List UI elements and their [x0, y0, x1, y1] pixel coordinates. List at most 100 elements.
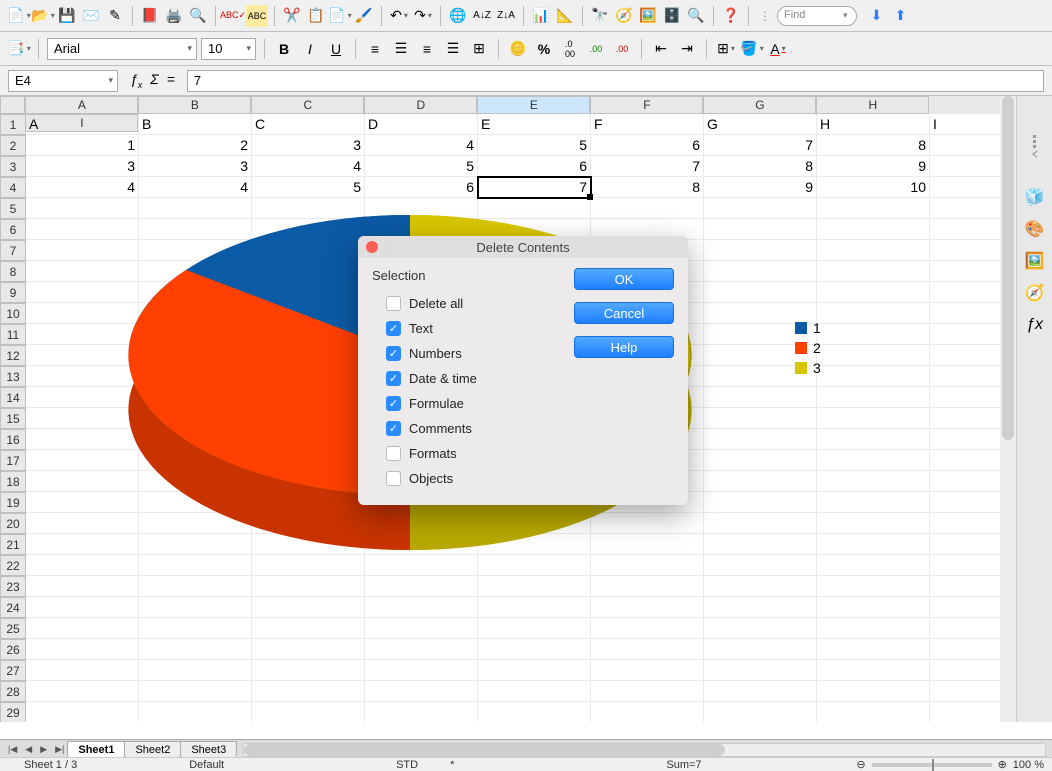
- merge-cells-button[interactable]: ⊞: [468, 38, 490, 60]
- cell-G27[interactable]: [704, 660, 817, 681]
- cell-H5[interactable]: [817, 198, 930, 219]
- column-header-H[interactable]: H: [816, 96, 929, 114]
- row-header-22[interactable]: 22: [0, 555, 26, 576]
- row-header-17[interactable]: 17: [0, 450, 26, 471]
- cell-A24[interactable]: [26, 597, 139, 618]
- cell-C25[interactable]: [252, 618, 365, 639]
- bold-button[interactable]: B: [273, 38, 295, 60]
- currency-button[interactable]: 🪙: [507, 38, 529, 60]
- page-style[interactable]: Default: [173, 759, 240, 771]
- cell-H10[interactable]: [817, 303, 930, 324]
- cell-G2[interactable]: 7: [704, 135, 817, 156]
- cell-H23[interactable]: [817, 576, 930, 597]
- cell-E26[interactable]: [478, 639, 591, 660]
- function-button[interactable]: =: [167, 71, 175, 90]
- cell-H27[interactable]: [817, 660, 930, 681]
- column-header-F[interactable]: F: [590, 96, 703, 114]
- cell-H3[interactable]: 9: [817, 156, 930, 177]
- zoom-in-button[interactable]: ⊕: [998, 758, 1007, 771]
- cell-H12[interactable]: [817, 345, 930, 366]
- navigator-icon[interactable]: 🧭: [1024, 282, 1046, 304]
- formula-input[interactable]: 7: [187, 70, 1044, 92]
- toolbar-grip[interactable]: ⋮: [755, 9, 775, 23]
- cell-G29[interactable]: [704, 702, 817, 722]
- increase-indent-button[interactable]: ⇥: [676, 38, 698, 60]
- percent-button[interactable]: %: [533, 38, 555, 60]
- cell-H11[interactable]: [817, 324, 930, 345]
- cell-G4[interactable]: 9: [704, 177, 817, 198]
- cell-H1[interactable]: H: [817, 114, 930, 135]
- horizontal-scrollbar[interactable]: [243, 743, 1046, 757]
- cell-H20[interactable]: [817, 513, 930, 534]
- cell-A27[interactable]: [26, 660, 139, 681]
- italic-button[interactable]: I: [299, 38, 321, 60]
- styles-button[interactable]: 📑: [8, 38, 30, 60]
- cell-H6[interactable]: [817, 219, 930, 240]
- cell-D1[interactable]: D: [365, 114, 478, 135]
- cell-H22[interactable]: [817, 555, 930, 576]
- cell-B28[interactable]: [139, 681, 252, 702]
- row-header-3[interactable]: 3: [0, 156, 26, 177]
- sort-asc-button[interactable]: A↓Z: [471, 5, 493, 27]
- column-header-D[interactable]: D: [364, 96, 477, 114]
- cell-G24[interactable]: [704, 597, 817, 618]
- row-header-9[interactable]: 9: [0, 282, 26, 303]
- column-header-A[interactable]: A: [25, 96, 138, 114]
- sort-desc-button[interactable]: Z↓A: [495, 5, 517, 27]
- checkbox-text[interactable]: ✓Text: [372, 316, 556, 341]
- sheet-tab-sheet1[interactable]: Sheet1: [67, 741, 125, 758]
- row-header-19[interactable]: 19: [0, 492, 26, 513]
- checkbox-formats[interactable]: Formats: [372, 441, 556, 466]
- spellcheck-button[interactable]: ABC✓: [222, 5, 244, 27]
- cell-G6[interactable]: [704, 219, 817, 240]
- row-header-2[interactable]: 2: [0, 135, 26, 156]
- cell-H16[interactable]: [817, 429, 930, 450]
- cell-B29[interactable]: [139, 702, 252, 722]
- zoom-button[interactable]: 🔍: [685, 5, 707, 27]
- row-header-14[interactable]: 14: [0, 387, 26, 408]
- cell-A25[interactable]: [26, 618, 139, 639]
- datasources-button[interactable]: 🗄️: [661, 5, 683, 27]
- column-header-B[interactable]: B: [138, 96, 251, 114]
- align-justify-button[interactable]: ☰: [442, 38, 464, 60]
- find-next-button[interactable]: ⬇: [866, 5, 888, 27]
- cell-D26[interactable]: [365, 639, 478, 660]
- row-header-25[interactable]: 25: [0, 618, 26, 639]
- print-button[interactable]: 🖨️: [163, 5, 185, 27]
- checkbox-objects[interactable]: Objects: [372, 466, 556, 491]
- cell-H14[interactable]: [817, 387, 930, 408]
- row-header-5[interactable]: 5: [0, 198, 26, 219]
- styles-icon[interactable]: 🎨: [1024, 218, 1046, 240]
- row-header-16[interactable]: 16: [0, 429, 26, 450]
- sidebar-handle[interactable]: [1030, 116, 1040, 176]
- cell-H24[interactable]: [817, 597, 930, 618]
- cell-B25[interactable]: [139, 618, 252, 639]
- cell-D24[interactable]: [365, 597, 478, 618]
- cell-H17[interactable]: [817, 450, 930, 471]
- cell-G21[interactable]: [704, 534, 817, 555]
- cell-C24[interactable]: [252, 597, 365, 618]
- tab-prev-button[interactable]: ◀: [21, 744, 36, 755]
- cell-E25[interactable]: [478, 618, 591, 639]
- cell-G16[interactable]: [704, 429, 817, 450]
- sum-button[interactable]: Σ: [150, 71, 158, 90]
- cell-H29[interactable]: [817, 702, 930, 722]
- cell-E28[interactable]: [478, 681, 591, 702]
- find-prev-button[interactable]: ⬆: [890, 5, 912, 27]
- ok-button[interactable]: OK: [574, 268, 674, 290]
- edit-button[interactable]: ✎: [104, 5, 126, 27]
- cell-G23[interactable]: [704, 576, 817, 597]
- chart-button[interactable]: 📊: [530, 5, 552, 27]
- sheet-tab-sheet3[interactable]: Sheet3: [180, 741, 237, 758]
- font-size-select[interactable]: 10: [201, 38, 256, 60]
- row-header-7[interactable]: 7: [0, 240, 26, 261]
- copy-button[interactable]: 📋: [305, 5, 327, 27]
- row-header-13[interactable]: 13: [0, 366, 26, 387]
- cell-H9[interactable]: [817, 282, 930, 303]
- hyperlink-button[interactable]: 🌐: [447, 5, 469, 27]
- add-decimal-button[interactable]: .00: [585, 38, 607, 60]
- cell-G8[interactable]: [704, 261, 817, 282]
- cell-H28[interactable]: [817, 681, 930, 702]
- row-header-4[interactable]: 4: [0, 177, 26, 198]
- cell-A1[interactable]: A: [26, 114, 139, 135]
